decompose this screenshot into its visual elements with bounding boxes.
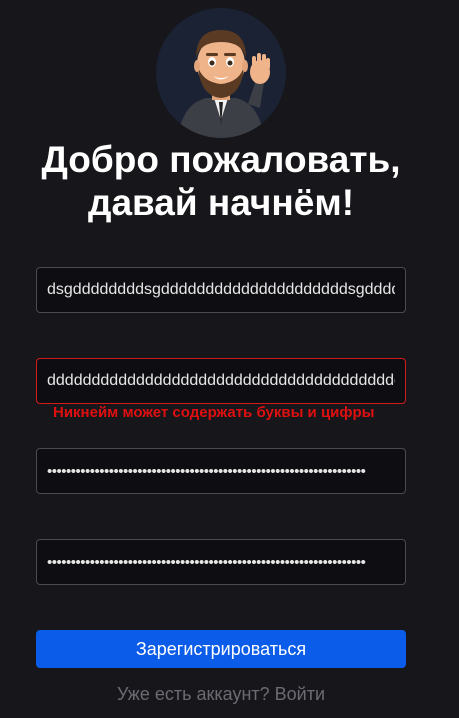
page-title-line-2: давай начнём! bbox=[87, 182, 355, 223]
email-field[interactable] bbox=[36, 267, 406, 313]
register-button[interactable]: Зарегистрироваться bbox=[36, 630, 406, 668]
waving-man-avatar-icon bbox=[178, 30, 270, 138]
page-title-line-1: Добро пожаловать, bbox=[41, 139, 401, 180]
nickname-error-message: Никнейм может содержать буквы и цифры bbox=[53, 404, 375, 421]
nickname-field[interactable] bbox=[36, 358, 406, 404]
avatar bbox=[156, 8, 286, 138]
login-link[interactable]: Уже есть аккаунт? Войти bbox=[0, 684, 442, 705]
page-title: Добро пожаловать, давай начнём! bbox=[0, 138, 442, 224]
confirm-password-field[interactable] bbox=[36, 539, 406, 585]
password-field[interactable] bbox=[36, 448, 406, 494]
